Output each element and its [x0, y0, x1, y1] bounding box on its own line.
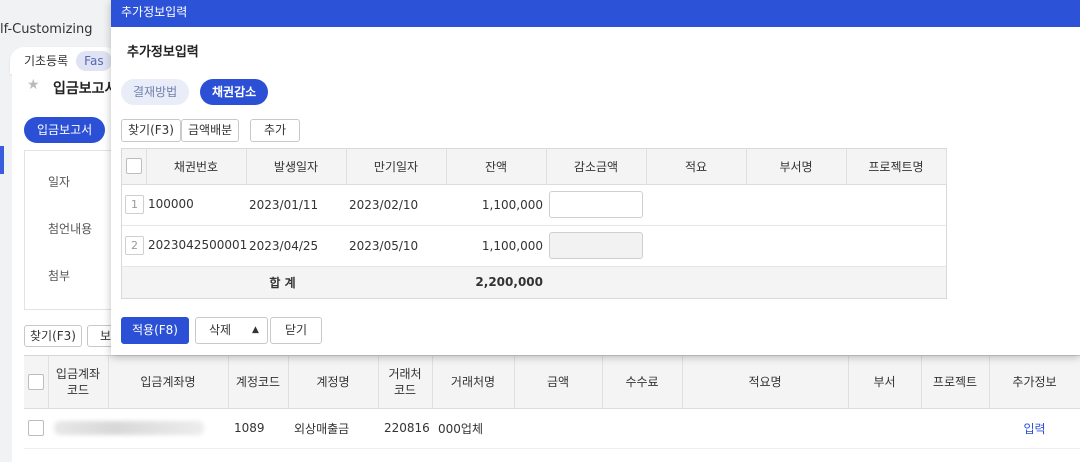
cell-bond-number: 2023042500001	[148, 238, 248, 252]
select-all-checkbox[interactable]	[122, 149, 147, 185]
bond-grid-header: 채권번호 발생일자 만기일자 잔액 감소금액 적요 부서명 프로젝트명	[122, 149, 947, 185]
cell-account-name: 외상매출금	[288, 408, 378, 449]
modal-title: 추가정보입력	[127, 45, 199, 60]
add-button[interactable]: 추가	[250, 119, 301, 142]
col-fee: 수수료	[602, 356, 683, 409]
modal-header[interactable]: 추가정보입력	[111, 0, 1080, 27]
tab-basic-registration[interactable]: 기초등록	[16, 49, 76, 72]
reduction-amount-input-disabled	[549, 232, 643, 259]
date-label: 일자	[48, 175, 71, 189]
row-checkbox[interactable]	[24, 408, 48, 449]
bg-select-all-checkbox[interactable]	[24, 356, 49, 409]
col-summary-name: 적요명	[682, 356, 849, 409]
cell-bond-number: 100000	[148, 197, 194, 211]
cell-client-name: 000업체	[432, 408, 514, 449]
attachment-label: 첨부	[48, 269, 71, 283]
side-indicator	[0, 146, 4, 174]
close-button[interactable]: 닫기	[270, 317, 323, 344]
row-number[interactable]: 2	[125, 236, 144, 255]
col-bond-number: 채권번호	[146, 149, 247, 185]
cell-due-date: 2023/05/10	[346, 225, 446, 267]
tab-bond-reduction[interactable]: 채권감소	[200, 79, 269, 105]
page-title: 입금보고서	[53, 81, 118, 97]
cell-issue-date: 2023/01/11	[246, 184, 346, 226]
table-row[interactable]: 2 2023042500001 2023/04/25 2023/05/10 1,1…	[122, 225, 946, 267]
cell-client-code: 220816	[378, 408, 432, 449]
col-account-name: 계정명	[288, 356, 379, 409]
app-title: lf-Customizing	[0, 22, 93, 37]
extra-info-link[interactable]: 입력	[1023, 422, 1045, 436]
apply-button[interactable]: 적용(F8)	[121, 317, 189, 344]
col-summary: 적요	[646, 149, 747, 185]
find-button[interactable]: 찾기(F3)	[121, 119, 181, 142]
total-label: 합 계	[122, 266, 346, 298]
tab-fast[interactable]: Fas	[76, 50, 112, 71]
col-due-date: 만기일자	[346, 149, 447, 185]
bg-find-button[interactable]: 찾기(F3)	[24, 325, 82, 347]
comment-label: 첨언내용	[48, 222, 93, 236]
table-row[interactable]: 1089 외상매출금 220816 000업체 입력	[24, 408, 1080, 449]
top-tab-bar: 기초등록 Fas	[10, 47, 118, 74]
total-row: 합 계 2,200,000	[122, 266, 946, 298]
col-deposit-account-name: 입금계좌명	[108, 356, 229, 409]
reduction-amount-input[interactable]	[549, 191, 643, 218]
col-department-name: 부서명	[746, 149, 847, 185]
blurred-account	[48, 408, 228, 449]
distribute-amount-button[interactable]: 금액배분	[181, 119, 240, 142]
bg-grid-header: 입금계좌 코드 입금계좌명 계정코드 계정명 거래처 코드 거래처명 금액 수수…	[24, 356, 1080, 409]
cell-balance: 1,100,000	[446, 184, 546, 226]
cell-balance: 1,100,000	[446, 225, 546, 267]
col-balance: 잔액	[446, 149, 547, 185]
col-project: 프로젝트	[921, 356, 990, 409]
col-client-name: 거래처명	[432, 356, 515, 409]
col-department: 부서	[848, 356, 922, 409]
col-reduction-amount: 감소금액	[546, 149, 647, 185]
cell-issue-date: 2023/04/25	[246, 225, 346, 267]
favorite-star-icon[interactable]: ★	[27, 77, 40, 93]
cell-due-date: 2023/02/10	[346, 184, 446, 226]
col-issue-date: 발생일자	[246, 149, 347, 185]
total-balance: 2,200,000	[446, 266, 546, 298]
col-extra-info: 추가정보	[989, 356, 1080, 409]
deposit-grid: 입금계좌 코드 입금계좌명 계정코드 계정명 거래처 코드 거래처명 금액 수수…	[24, 355, 1080, 462]
extra-info-modal: 추가정보입력 추가정보입력 결재방법 채권감소 찾기(F3) 금액배분 추가 채…	[111, 0, 1080, 355]
table-row[interactable]: 1 100000 2023/01/11 2023/02/10 1,100,000	[122, 184, 946, 226]
col-amount: 금액	[514, 356, 603, 409]
tab-payment-method[interactable]: 결재방법	[121, 79, 190, 105]
delete-button[interactable]: 삭제	[195, 317, 245, 344]
col-project-name: 프로젝트명	[846, 149, 947, 185]
delete-dropdown-caret-icon[interactable]: ▲	[244, 317, 268, 344]
col-deposit-account-code: 입금계좌 코드	[48, 356, 109, 409]
col-client-code: 거래처 코드	[378, 356, 433, 409]
page-tab[interactable]: 입금보고서	[24, 117, 106, 143]
col-account-code: 계정코드	[228, 356, 289, 409]
bond-grid: 채권번호 발생일자 만기일자 잔액 감소금액 적요 부서명 프로젝트명 1 100…	[121, 148, 947, 299]
cell-account-code: 1089	[228, 408, 288, 449]
row-number[interactable]: 1	[125, 195, 144, 214]
